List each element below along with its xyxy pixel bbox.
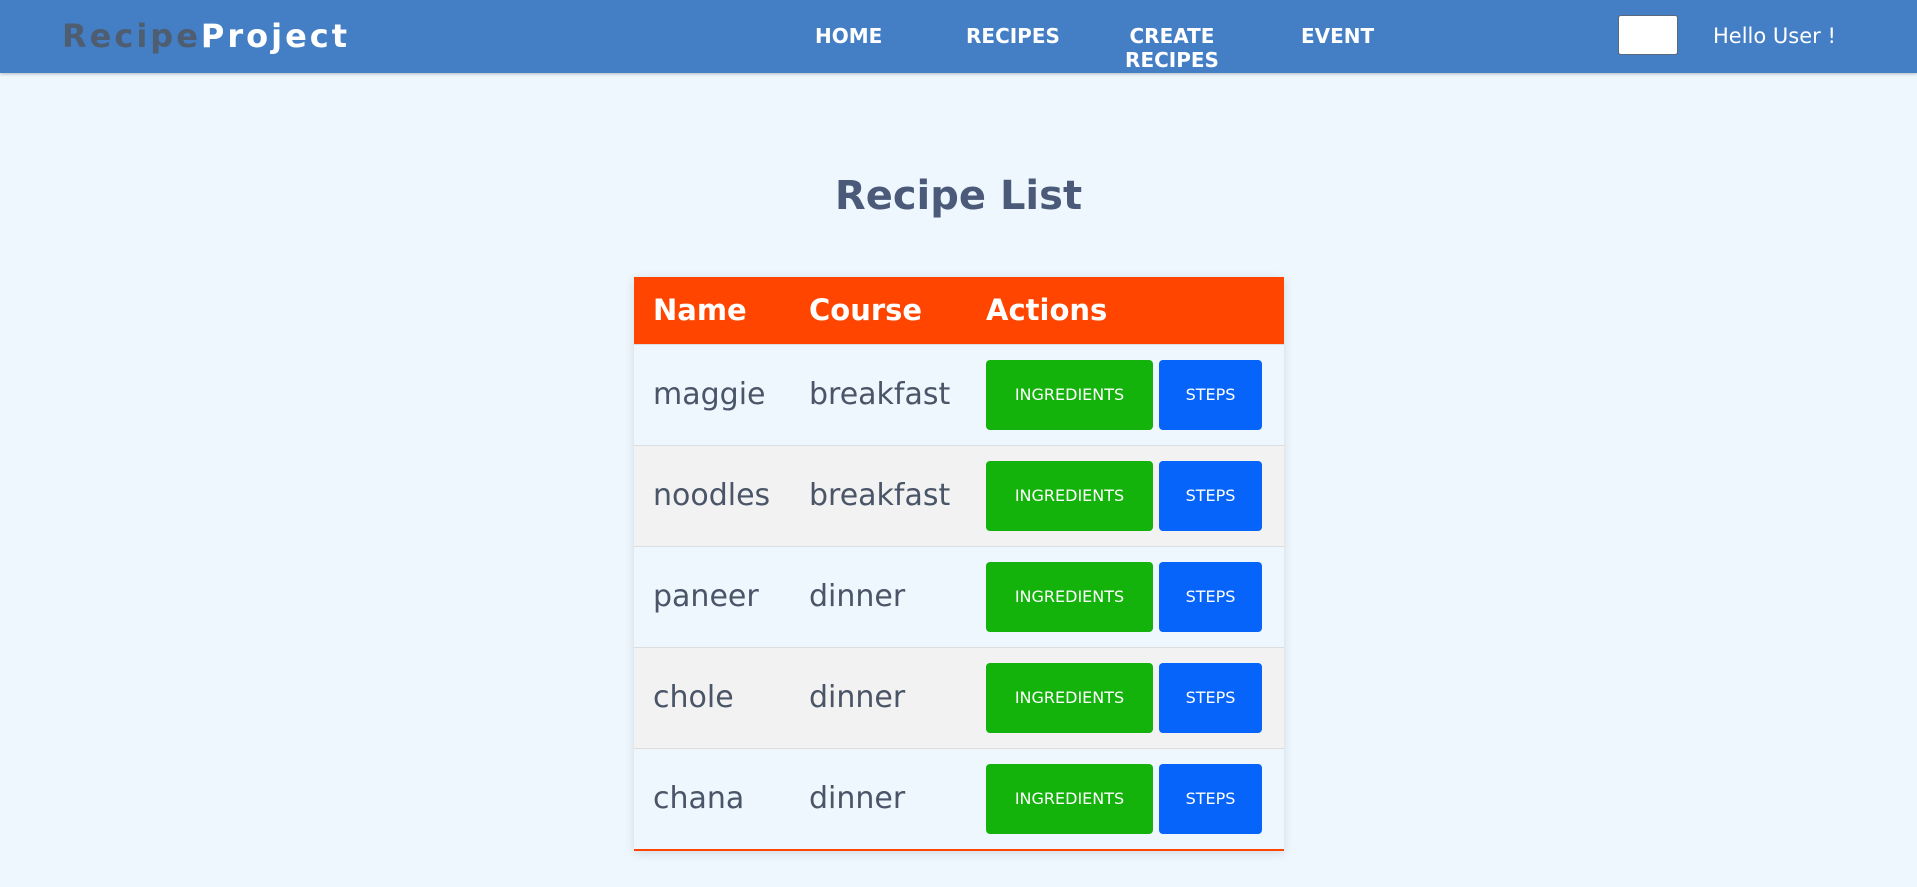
user-greeting: Hello User ! — [1713, 24, 1836, 48]
page-title: Recipe List — [834, 173, 1083, 219]
recipe-actions: INGREDIENTS STEPS — [967, 546, 1284, 647]
table-header-row: Name Course Actions — [634, 277, 1284, 344]
header-course: Course — [809, 293, 923, 328]
ingredients-button[interactable]: INGREDIENTS — [986, 561, 1153, 632]
steps-button[interactable]: STEPS — [1159, 763, 1262, 834]
table-row: maggie breakfast INGREDIENTS STEPS — [634, 344, 1284, 445]
recipe-actions: INGREDIENTS STEPS — [967, 748, 1284, 849]
table-row: chole dinner INGREDIENTS STEPS — [634, 647, 1284, 748]
recipe-actions: INGREDIENTS STEPS — [967, 344, 1284, 445]
recipe-course: dinner — [809, 579, 906, 614]
ingredients-button[interactable]: INGREDIENTS — [986, 662, 1153, 733]
recipe-name: chana — [653, 781, 745, 817]
recipe-name: maggie — [653, 377, 766, 412]
brand-part-project: Project — [200, 17, 351, 55]
header-name: Name — [653, 293, 747, 328]
recipe-course: dinner — [809, 781, 906, 817]
recipe-name: chole — [653, 680, 734, 715]
steps-button[interactable]: STEPS — [1159, 662, 1262, 733]
steps-button[interactable]: STEPS — [1159, 561, 1262, 632]
table-row: noodles breakfast INGREDIENTS STEPS — [634, 445, 1284, 546]
nav-search-input[interactable] — [1618, 15, 1678, 55]
nav-create-recipes-link[interactable]: CREATE RECIPES — [1118, 24, 1226, 72]
table-row: paneer dinner INGREDIENTS STEPS — [634, 546, 1284, 647]
recipe-course: breakfast — [809, 478, 951, 513]
ingredients-button[interactable]: INGREDIENTS — [986, 460, 1153, 531]
recipe-name: paneer — [653, 579, 759, 614]
recipe-course: breakfast — [809, 377, 951, 412]
recipe-name: noodles — [653, 478, 771, 513]
ingredients-button[interactable]: INGREDIENTS — [986, 763, 1153, 834]
nav-home-link[interactable]: HOME — [815, 24, 882, 48]
header-actions: Actions — [986, 293, 1108, 328]
brand-part-recipe: Recipe — [62, 17, 201, 55]
brand-logo[interactable]: RecipeProject — [62, 17, 350, 55]
recipe-table-container: Name Course Actions maggie breakfast ING… — [634, 277, 1284, 851]
recipe-actions: INGREDIENTS STEPS — [967, 647, 1284, 748]
recipe-table: Name Course Actions maggie breakfast ING… — [634, 277, 1284, 849]
recipe-course: dinner — [809, 680, 906, 715]
recipe-actions: INGREDIENTS STEPS — [967, 445, 1284, 546]
steps-button[interactable]: STEPS — [1159, 359, 1262, 430]
steps-button[interactable]: STEPS — [1159, 460, 1262, 531]
nav-event-link[interactable]: EVENT — [1301, 24, 1374, 48]
ingredients-button[interactable]: INGREDIENTS — [986, 359, 1153, 430]
nav-recipes-link[interactable]: RECIPES — [966, 24, 1060, 48]
table-row: chana dinner INGREDIENTS STEPS — [634, 748, 1284, 849]
navbar: RecipeProject HOME RECIPES CREATE RECIPE… — [0, 0, 1917, 73]
